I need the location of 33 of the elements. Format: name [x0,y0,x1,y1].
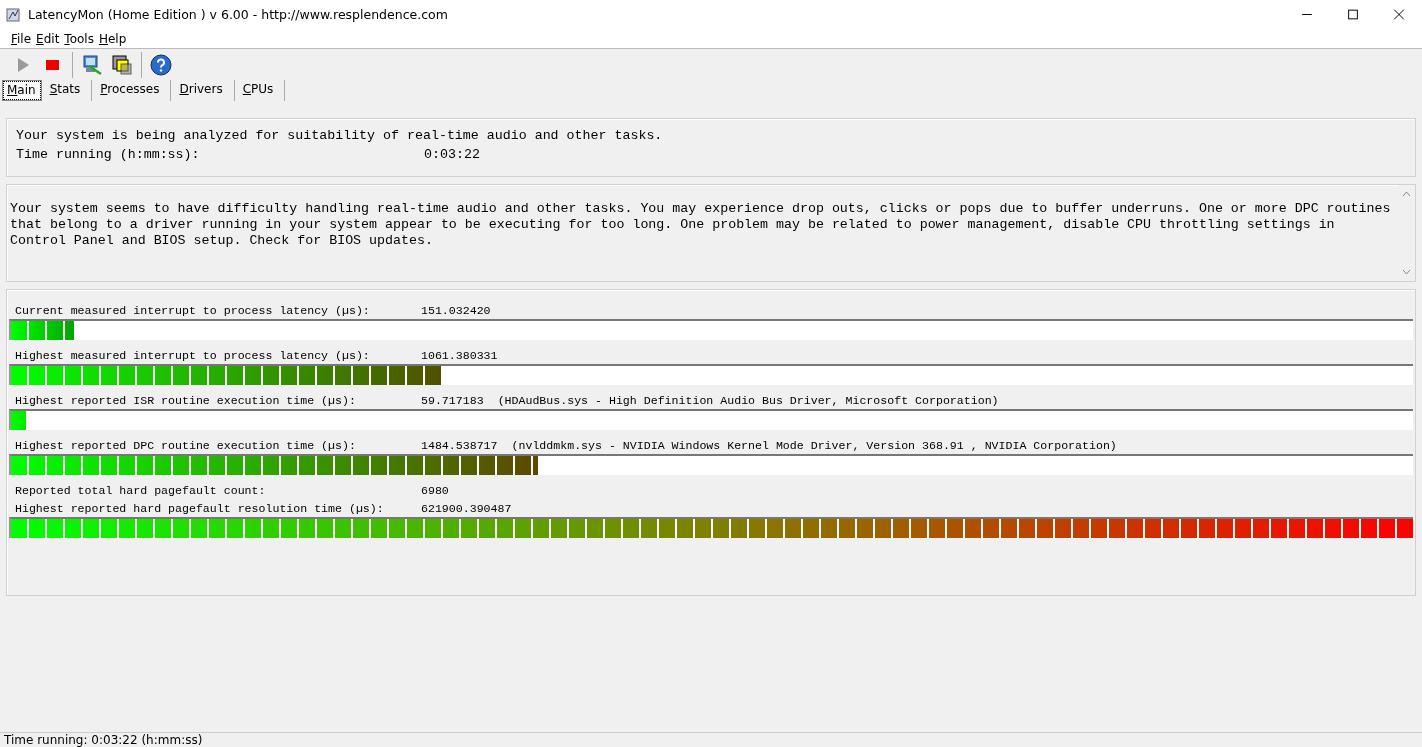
time-label: Time running (h:mm:ss): [16,147,201,162]
menu-item[interactable]: File [10,31,36,46]
help-icon[interactable] [150,53,172,76]
measurement-value: 621900.390487 [421,501,512,515]
app-icon [6,6,22,23]
measurement-label: Reported total hard pagefault count: [15,483,267,497]
status-bar-text: Time running: 0:03:22 (h:mm:ss) [4,733,203,747]
driver-detail: (HDAudBus.sys - High Definition Audio Bus Driver, Microsoft Corporation) [497,393,999,407]
measurement-value: 151.032420 [421,303,491,317]
menu-item[interactable]: Edit [35,31,64,46]
measurement-value: 59.717183 [421,393,484,407]
tab[interactable]: Main [2,80,42,101]
tab[interactable]: Stats [41,80,93,101]
tab[interactable]: CPUs [234,80,286,101]
window-title: LatencyMon (Home Edition ) v 6.00 - http://www.resplendence.com [28,7,448,22]
measurement-label: Current measured interrupt to process latency (µs): [15,303,371,317]
measurement-value: 1061.380331 [421,348,498,362]
tab[interactable]: Drivers [171,80,235,101]
measurement-value: 6980 [421,483,449,497]
windows-icon[interactable] [111,53,133,76]
menu-item[interactable]: Help [97,31,131,46]
driver-detail: (nvlddmkm.sys - NVIDIA Windows Kernel Mode Driver, Version 368.91 , NVIDIA Corporation) [511,438,1117,452]
measurement-label: Highest reported ISR routine execution time (µs): [15,393,357,407]
computer-icon[interactable] [81,53,103,76]
status-message: Your system is being analyzed for suitability of real-time audio and other tasks. [16,128,664,143]
menu-item[interactable]: Tools [63,31,98,46]
measurement-label: Highest reported hard pagefault resolution time (µs): [15,501,385,515]
measurement-value: 1484.538717 [421,438,498,452]
measurement-label: Highest measured interrupt to process latency (µs): [15,348,371,362]
tab[interactable]: Processes [92,80,172,101]
measurement-label: Highest reported DPC routine execution time (µs): [15,438,357,452]
conclusion-text: Your system seems to have difficulty handling real-time audio and other tasks. You may experience drop outs, clicks or pops due to buffer underruns. One or more DPC routines that belong to a driver running in your system appear to be executing for too long. One problem may be related to power management, disable CPU throttling settings in Control Panel and BIOS setup. Check for BIOS updates. [9,200,1392,250]
time-value: 0:03:22 [424,147,480,162]
